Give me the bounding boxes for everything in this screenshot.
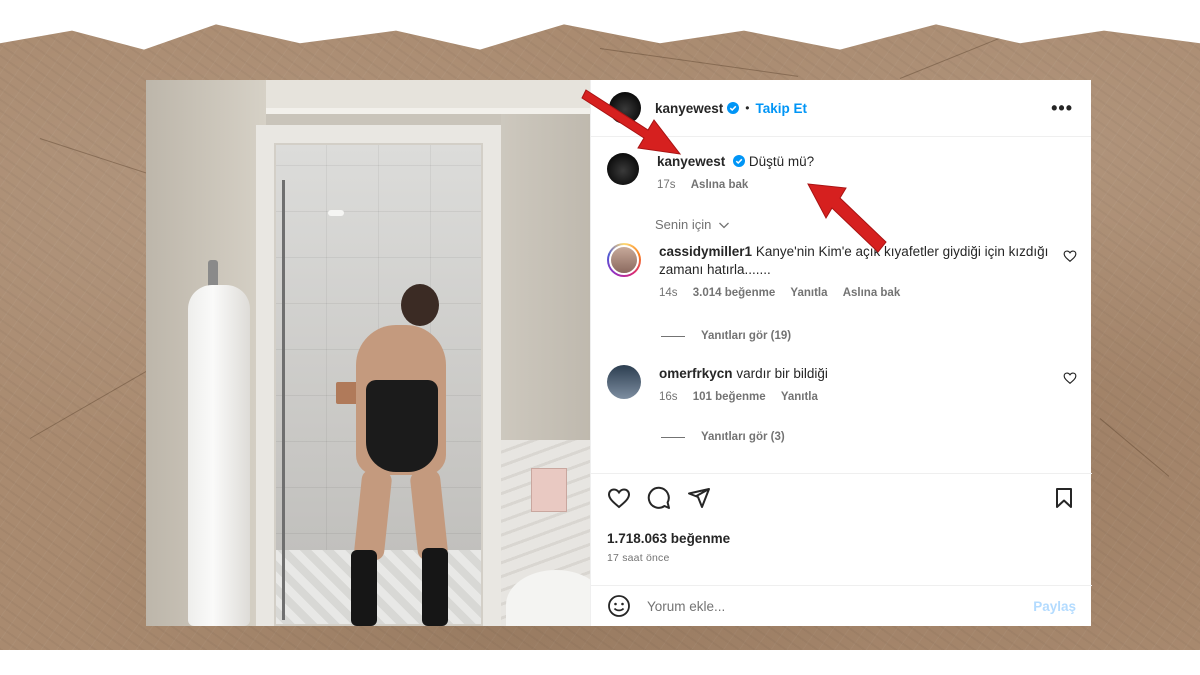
comment-item: omerfrkycn vardır bir bildiği 16s 101 be… — [607, 365, 1077, 403]
verified-badge-icon — [733, 155, 746, 167]
bathrobe — [188, 285, 250, 626]
comment-username[interactable]: cassidymiller1 — [659, 244, 752, 259]
view-replies-button[interactable]: Yanıtları gör (19) — [661, 330, 791, 342]
caption-text: Düştü mü? — [748, 154, 815, 169]
add-comment-bar: Paylaş — [591, 585, 1092, 626]
comment-reply[interactable]: Yanıtla — [781, 391, 818, 403]
caption-time: 17s — [657, 179, 676, 191]
comment-time: 14s — [659, 287, 678, 299]
post-photo[interactable] — [146, 80, 590, 626]
comment-likes[interactable]: 3.014 beğenme — [693, 287, 775, 299]
view-replies-label: Yanıtları gör (3) — [701, 431, 785, 443]
comment-likes[interactable]: 101 beğenme — [693, 391, 766, 403]
emoji-smile-icon[interactable] — [607, 594, 631, 618]
view-replies-button[interactable]: Yanıtları gör (3) — [661, 431, 785, 443]
post-time: 17 saat önce — [607, 552, 670, 564]
separator-dot: • — [745, 101, 750, 115]
post-comment-button[interactable]: Paylaş — [1033, 599, 1076, 614]
like-comment-heart-icon[interactable] — [1063, 371, 1077, 385]
comment-avatar[interactable] — [607, 365, 641, 399]
for-you-label: Senin için — [655, 217, 712, 232]
post-actions: 1.718.063 beğenme 17 saat önce — [591, 473, 1092, 585]
comment-reply[interactable]: Yanıtla — [790, 287, 827, 299]
caption-translate[interactable]: Aslına bak — [691, 179, 749, 191]
comment-text: vardır bir bildiği — [736, 366, 828, 381]
comment-input[interactable] — [647, 598, 1007, 614]
verified-badge-icon — [727, 102, 740, 114]
share-send-icon[interactable] — [687, 486, 711, 510]
view-replies-label: Yanıtları gör (19) — [701, 330, 792, 342]
for-you-dropdown[interactable]: Senin için — [655, 217, 730, 232]
red-arrow-icon — [581, 89, 682, 155]
dior-box — [531, 468, 567, 512]
more-options-icon[interactable]: ••• — [1051, 98, 1073, 119]
like-comment-heart-icon[interactable] — [1063, 249, 1077, 263]
like-heart-icon[interactable] — [607, 486, 631, 510]
likes-count[interactable]: 1.718.063 beğenme — [607, 531, 730, 546]
comment-username[interactable]: omerfrkycn — [659, 366, 733, 381]
comment-translate[interactable]: Aslına bak — [843, 287, 901, 299]
comment-avatar[interactable] — [607, 243, 641, 277]
chevron-down-icon — [719, 222, 729, 229]
red-arrow-icon — [807, 183, 887, 253]
comment-time: 16s — [659, 391, 678, 403]
comment-bubble-icon[interactable] — [647, 486, 671, 510]
bookmark-save-icon[interactable] — [1052, 486, 1076, 510]
follow-button[interactable]: Takip Et — [756, 101, 808, 116]
